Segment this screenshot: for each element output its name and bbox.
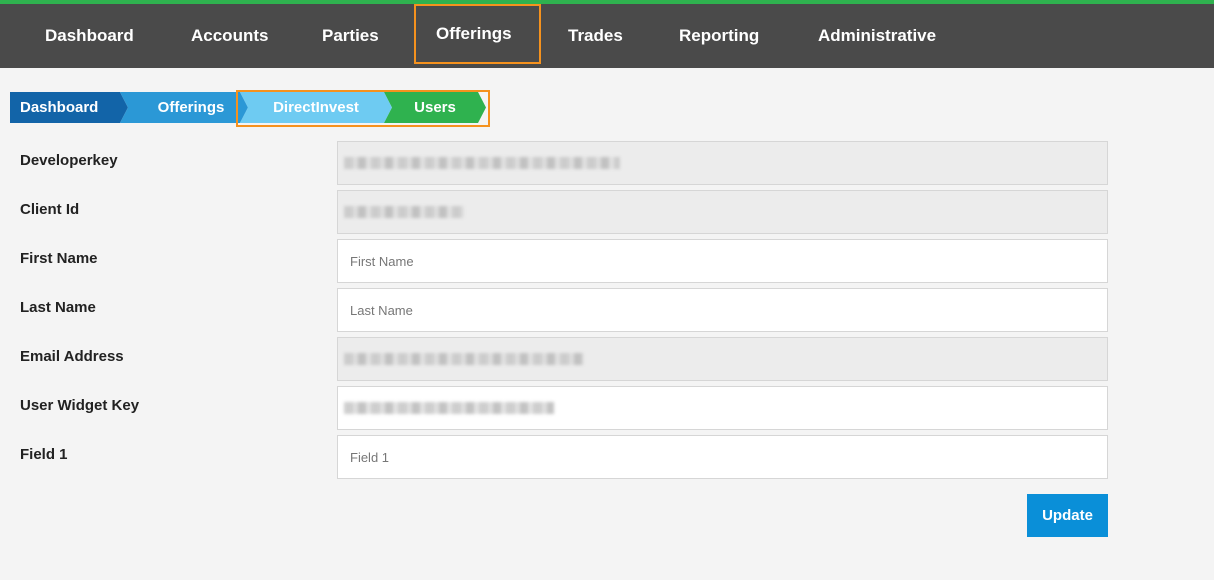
email-address-label: Email Address bbox=[20, 348, 124, 365]
update-button[interactable]: Update bbox=[1027, 494, 1108, 537]
developer-key-label: Developerkey bbox=[20, 152, 118, 169]
first-name-input[interactable] bbox=[337, 239, 1108, 283]
nav-item-parties[interactable]: Parties bbox=[322, 8, 379, 68]
breadcrumb-users[interactable]: Users bbox=[384, 92, 486, 123]
developer-key-field bbox=[337, 141, 1108, 185]
field-1-input[interactable] bbox=[337, 435, 1108, 479]
nav-item-dashboard[interactable]: Dashboard bbox=[45, 8, 134, 68]
breadcrumb-offerings[interactable]: Offerings bbox=[120, 92, 248, 123]
client-id-label: Client Id bbox=[20, 201, 80, 218]
email-address-field bbox=[337, 337, 1108, 381]
client-id-field bbox=[337, 190, 1108, 234]
field-1-label: Field 1 bbox=[20, 446, 68, 463]
redacted-value bbox=[344, 353, 584, 365]
top-nav-bar: Dashboard Accounts Parties Offerings Tra… bbox=[0, 0, 1214, 68]
first-name-label: First Name bbox=[20, 250, 98, 267]
nav-item-accounts[interactable]: Accounts bbox=[191, 8, 268, 68]
nav-item-offerings[interactable]: Offerings bbox=[414, 4, 541, 64]
redacted-value bbox=[344, 157, 620, 169]
breadcrumb-directinvest[interactable]: DirectInvest bbox=[240, 92, 392, 123]
nav-item-trades[interactable]: Trades bbox=[568, 8, 623, 68]
nav-item-reporting[interactable]: Reporting bbox=[679, 8, 759, 68]
user-widget-key-label: User Widget Key bbox=[20, 397, 140, 414]
last-name-label: Last Name bbox=[20, 299, 96, 316]
last-name-input[interactable] bbox=[337, 288, 1108, 332]
redacted-value bbox=[344, 402, 554, 414]
redacted-value bbox=[344, 206, 464, 218]
user-widget-key-input[interactable] bbox=[337, 386, 1108, 430]
nav-item-administrative[interactable]: Administrative bbox=[818, 8, 936, 68]
breadcrumb-dashboard[interactable]: Dashboard bbox=[10, 92, 128, 123]
